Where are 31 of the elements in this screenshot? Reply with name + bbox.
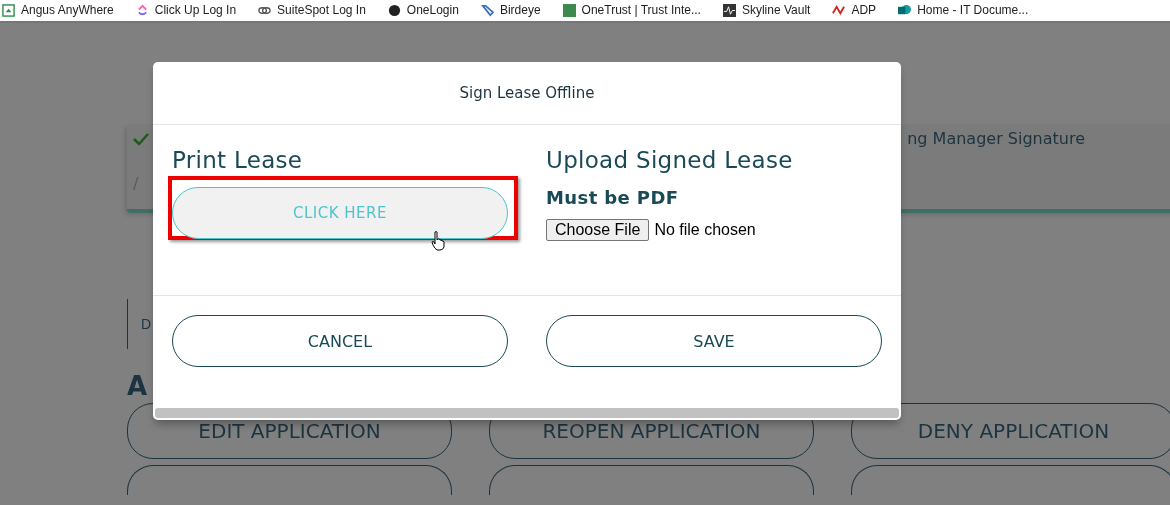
step-label: ng Manager Signature xyxy=(907,129,1085,148)
bookmark-link[interactable]: Birdeye xyxy=(499,3,541,17)
bookmark-link[interactable]: OneLogin xyxy=(406,3,459,17)
print-lease-heading: Print Lease xyxy=(172,147,304,173)
swoosh-icon xyxy=(832,3,846,17)
tile-icon xyxy=(562,3,576,17)
bookmark-link[interactable]: Click Up Log In xyxy=(154,3,237,17)
scrollbar[interactable] xyxy=(155,408,899,418)
file-status: No file chosen xyxy=(654,221,756,239)
pulse-icon xyxy=(722,3,736,17)
upload-heading: Upload Signed Lease xyxy=(546,147,794,173)
bookmark-link[interactable]: Home - IT Docume... xyxy=(917,3,1029,17)
bookmark-link[interactable]: Skyline Vault xyxy=(741,3,811,17)
house-icon xyxy=(2,3,15,17)
bookmark-link[interactable]: ADP xyxy=(851,3,877,17)
hand-cursor-icon xyxy=(431,231,445,251)
action-button[interactable] xyxy=(489,465,814,495)
step-text: / xyxy=(133,174,140,193)
dialog-title: Sign Lease Offline xyxy=(459,84,595,102)
dialog-button[interactable]: CANCEL xyxy=(172,315,508,367)
bookmark-link[interactable]: OneTrust | Trust Inte... xyxy=(581,3,701,17)
check-icon xyxy=(133,131,149,146)
pdf-note: Must be PDF xyxy=(546,187,680,208)
dialog-button[interactable]: SAVE xyxy=(546,315,882,367)
action-button[interactable] xyxy=(127,465,452,495)
section-heading: A xyxy=(127,371,149,401)
bookmark-link[interactable]: Angus AnyWhere xyxy=(21,3,114,17)
circle-icon xyxy=(387,3,401,17)
section-text: D xyxy=(141,316,152,332)
choose-file-button[interactable]: Choose File xyxy=(546,219,650,241)
bookmark-link[interactable]: SuiteSpot Log In xyxy=(277,3,366,17)
